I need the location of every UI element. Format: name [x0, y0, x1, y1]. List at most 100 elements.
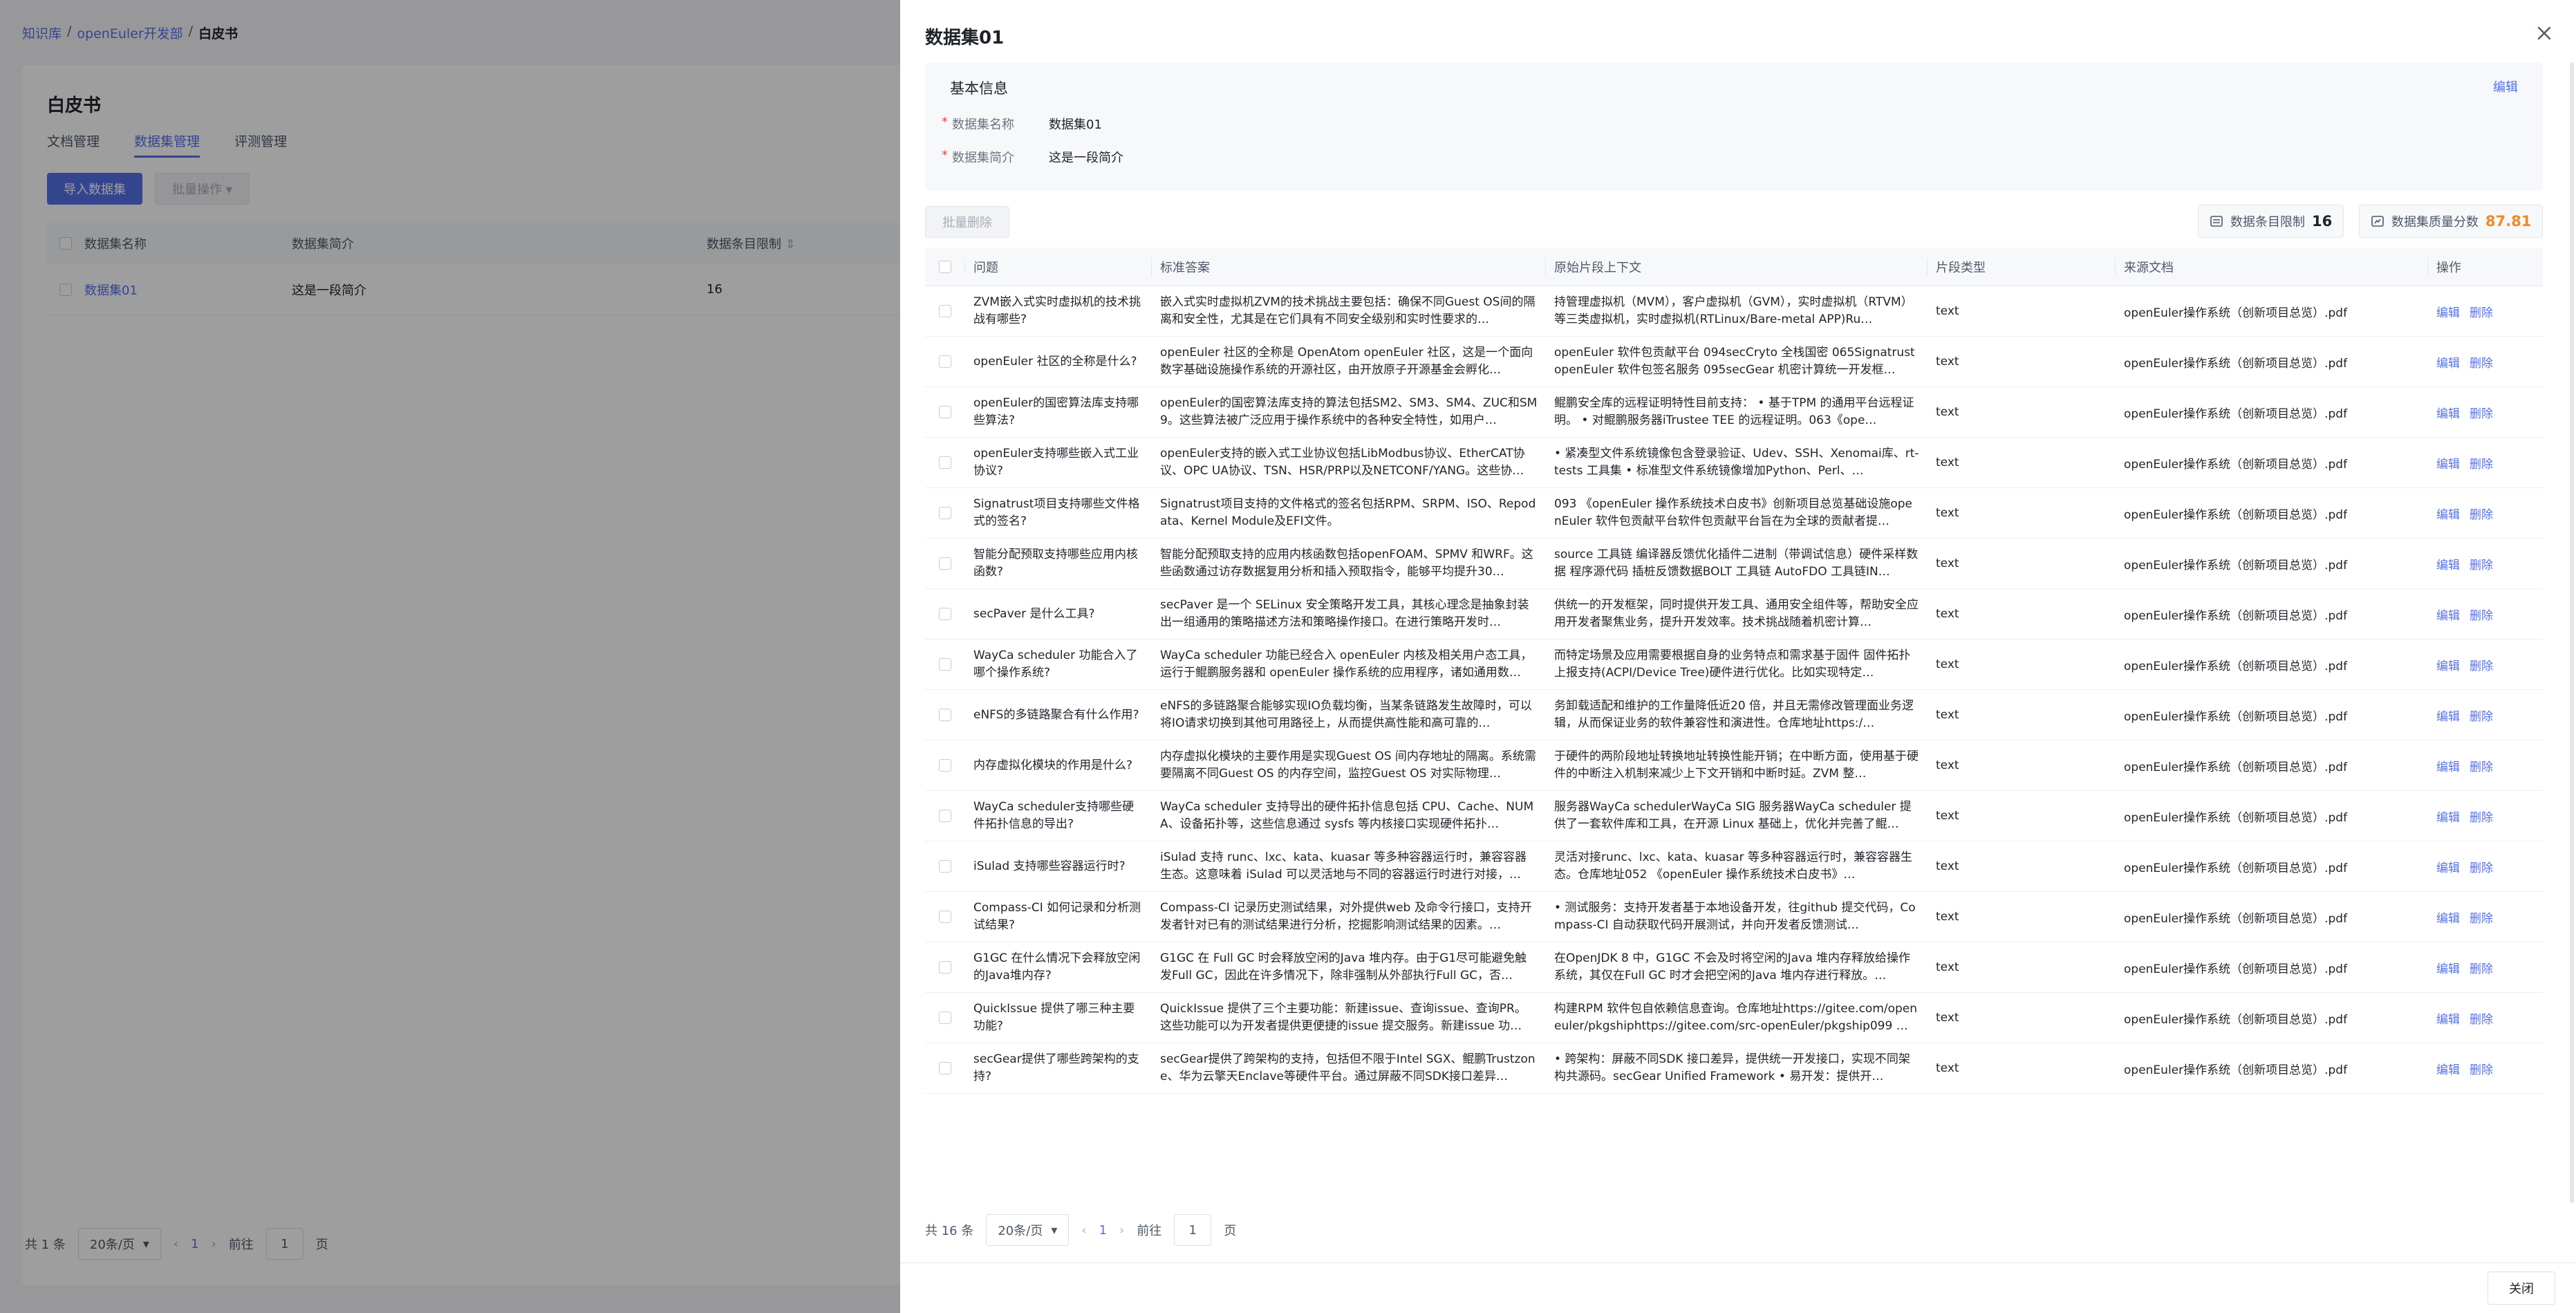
- edit-row-button[interactable]: 编辑: [2436, 707, 2460, 724]
- edit-row-button[interactable]: 编辑: [2436, 303, 2460, 320]
- chunk-type-cell: text: [1936, 708, 1959, 722]
- delete-row-button[interactable]: 删除: [2470, 303, 2493, 320]
- row-checkbox[interactable]: [939, 456, 951, 469]
- edit-row-button[interactable]: 编辑: [2436, 505, 2460, 522]
- edit-row-button[interactable]: 编辑: [2436, 454, 2460, 472]
- chunk-type-cell: text: [1936, 304, 1959, 318]
- row-checkbox[interactable]: [939, 1012, 951, 1024]
- row-checkbox[interactable]: [939, 759, 951, 772]
- edit-row-button[interactable]: 编辑: [2436, 909, 2460, 926]
- row-checkbox[interactable]: [939, 810, 951, 822]
- scrollbar-thumb[interactable]: [2570, 62, 2574, 1203]
- row-checkbox[interactable]: [939, 355, 951, 368]
- row-select-cell: [925, 406, 965, 418]
- table-row[interactable]: openEuler的国密算法库支持哪些算法? openEuler的国密算法库支持的…: [925, 387, 2543, 438]
- table-row[interactable]: Signatrust项目支持哪些文件格式的签名? Signatrust项目支持的文…: [925, 488, 2543, 539]
- table-row[interactable]: iSulad 支持哪些容器运行时? iSulad 支持 runc、lxc、kata…: [925, 841, 2543, 892]
- drawer-title: 数据集01: [925, 28, 1005, 48]
- drawer-scrollbar[interactable]: [2568, 62, 2576, 1203]
- header-source-doc: 来源文档: [2116, 257, 2428, 276]
- question-text: secGear提供了哪些跨架构的支持?: [973, 1052, 1139, 1083]
- goto-page-input[interactable]: 1: [1174, 1214, 1212, 1246]
- chunk-type-cell: text: [1936, 758, 1959, 772]
- table-row[interactable]: secGear提供了哪些跨架构的支持? secGear提供了跨架构的支持，包括但不…: [925, 1043, 2543, 1094]
- delete-row-button[interactable]: 删除: [2470, 858, 2493, 875]
- delete-row-button[interactable]: 删除: [2470, 454, 2493, 472]
- answer-text: secGear提供了跨架构的支持，包括但不限于Intel SGX、鲲鹏Trust…: [1160, 1052, 1536, 1083]
- select-all-checkbox[interactable]: [938, 260, 951, 273]
- edit-row-button[interactable]: 编辑: [2436, 858, 2460, 875]
- dataset-desc-value: 这是一段简介: [1049, 151, 1123, 165]
- basic-info-title: 基本信息: [950, 80, 1008, 97]
- delete-row-button[interactable]: 删除: [2470, 606, 2493, 623]
- delete-row-button[interactable]: 删除: [2470, 959, 2493, 976]
- context-text: 供统一的开发框架，同时提供开发工具、通用安全组件等，帮助安全应用开发者聚焦业务，…: [1554, 598, 1919, 629]
- edit-row-button[interactable]: 编辑: [2436, 808, 2460, 825]
- question-cell: WayCa scheduler支持哪些硬件拓扑信息的导出?: [965, 799, 1152, 833]
- edit-row-button[interactable]: 编辑: [2436, 757, 2460, 774]
- close-button[interactable]: 关闭: [2488, 1272, 2555, 1305]
- page-size-select[interactable]: 20条/页 ▾: [986, 1214, 1070, 1246]
- edit-row-button[interactable]: 编辑: [2436, 656, 2460, 673]
- row-checkbox[interactable]: [939, 305, 951, 317]
- row-checkbox[interactable]: [939, 658, 951, 671]
- table-row[interactable]: ZVM嵌入式实时虚拟机的技术挑战有哪些? 嵌入式实时虚拟机ZVM的技术挑战主要包括…: [925, 286, 2543, 337]
- delete-row-button[interactable]: 删除: [2470, 707, 2493, 724]
- answer-cell: secPaver 是一个 SELinux 安全策略开发工具，其核心理念是抽象封装…: [1152, 597, 1546, 631]
- row-checkbox[interactable]: [939, 860, 951, 873]
- page-number[interactable]: 1: [1099, 1223, 1107, 1238]
- table-row[interactable]: secPaver 是什么工具? secPaver 是一个 SELinux 安全策略…: [925, 589, 2543, 640]
- table-row[interactable]: openEuler 社区的全称是什么? openEuler 社区的全称是 Open…: [925, 337, 2543, 387]
- row-checkbox[interactable]: [939, 406, 951, 418]
- row-checkbox[interactable]: [939, 1062, 951, 1074]
- table-row[interactable]: 内存虚拟化模块的作用是什么? 内存虚拟化模块的主要作用是实现Guest OS 间内…: [925, 741, 2543, 791]
- row-checkbox[interactable]: [939, 709, 951, 721]
- answer-cell: 内存虚拟化模块的主要作用是实现Guest OS 间内存地址的隔离。系统需要隔离不…: [1152, 748, 1546, 783]
- delete-row-button[interactable]: 删除: [2470, 909, 2493, 926]
- delete-row-button[interactable]: 删除: [2470, 808, 2493, 825]
- context-text: openEuler 软件包贡献平台 094secCryto 全栈国密 065Si…: [1554, 346, 1915, 377]
- table-row[interactable]: openEuler支持哪些嵌入式工业协议? openEuler支持的嵌入式工业协议…: [925, 438, 2543, 488]
- row-select-cell: [925, 1012, 965, 1024]
- table-row[interactable]: WayCa scheduler支持哪些硬件拓扑信息的导出? WayCa sched…: [925, 791, 2543, 841]
- header-question: 问题: [965, 257, 1152, 276]
- answer-text: 智能分配预取支持的应用内核函数包括openFOAM、SPMV 和WRF。这些函数…: [1160, 548, 1533, 579]
- delete-row-button[interactable]: 删除: [2470, 1009, 2493, 1027]
- edit-row-button[interactable]: 编辑: [2436, 1060, 2460, 1077]
- row-checkbox[interactable]: [939, 608, 951, 620]
- table-row[interactable]: QuickIssue 提供了哪三种主要功能? QuickIssue 提供了三个主要…: [925, 993, 2543, 1043]
- table-row[interactable]: G1GC 在什么情况下会释放空闲的Java堆内存? G1GC 在 Full GC …: [925, 942, 2543, 993]
- table-header: 问题 标准答案 原始片段上下文 片段类型 来源文档 操作: [925, 248, 2543, 286]
- delete-row-button[interactable]: 删除: [2470, 353, 2493, 371]
- batch-delete-button[interactable]: 批量删除: [925, 206, 1009, 238]
- row-checkbox[interactable]: [939, 961, 951, 974]
- edit-row-button[interactable]: 编辑: [2436, 404, 2460, 421]
- table-row[interactable]: Compass-CI 如何记录和分析测试结果? Compass-CI 记录历史测试…: [925, 892, 2543, 942]
- delete-row-button[interactable]: 删除: [2470, 757, 2493, 774]
- row-checkbox[interactable]: [939, 557, 951, 570]
- question-cell: openEuler的国密算法库支持哪些算法?: [965, 395, 1152, 429]
- edit-info-button[interactable]: 编辑: [2493, 77, 2518, 95]
- table-row[interactable]: 智能分配预取支持哪些应用内核函数? 智能分配预取支持的应用内核函数包括openFO…: [925, 539, 2543, 589]
- delete-row-button[interactable]: 删除: [2470, 404, 2493, 421]
- delete-row-button[interactable]: 删除: [2470, 656, 2493, 673]
- row-checkbox[interactable]: [939, 507, 951, 519]
- chunk-type-cell: text: [1936, 658, 1959, 671]
- chunk-type-cell: text: [1936, 405, 1959, 419]
- edit-row-button[interactable]: 编辑: [2436, 959, 2460, 976]
- delete-row-button[interactable]: 删除: [2470, 555, 2493, 572]
- edit-row-button[interactable]: 编辑: [2436, 555, 2460, 572]
- next-page-icon[interactable]: ›: [1119, 1223, 1124, 1238]
- row-checkbox[interactable]: [939, 911, 951, 923]
- row-select-cell: [925, 456, 965, 469]
- edit-row-button[interactable]: 编辑: [2436, 353, 2460, 371]
- edit-row-button[interactable]: 编辑: [2436, 1009, 2460, 1027]
- prev-page-icon[interactable]: ‹: [1081, 1223, 1086, 1238]
- table-row[interactable]: WayCa scheduler 功能合入了哪个操作系统? WayCa schedu…: [925, 640, 2543, 690]
- edit-row-button[interactable]: 编辑: [2436, 606, 2460, 623]
- table-row[interactable]: eNFS的多链路聚合有什么作用? eNFS的多链路聚合能够实现IO负载均衡，当某条…: [925, 690, 2543, 741]
- delete-row-button[interactable]: 删除: [2470, 505, 2493, 522]
- context-text: 在OpenJDK 8 中，G1GC 不会及时将空闲的Java 堆内存释放给操作系…: [1554, 951, 1911, 983]
- close-icon[interactable]: [2533, 22, 2555, 44]
- delete-row-button[interactable]: 删除: [2470, 1060, 2493, 1077]
